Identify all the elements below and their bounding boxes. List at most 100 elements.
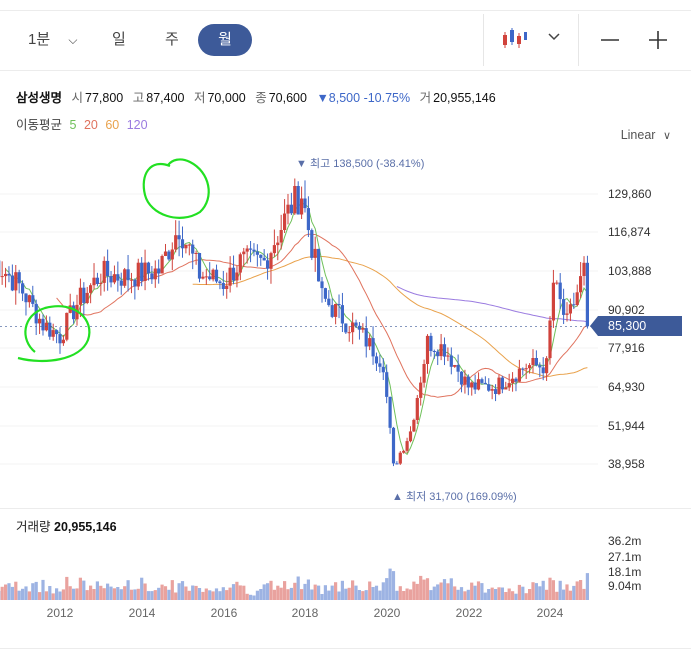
ma60-line	[192, 255, 588, 378]
candle-body	[361, 328, 365, 330]
volume-bar	[61, 589, 65, 600]
volume-bar	[296, 576, 300, 600]
volume-bar	[504, 592, 508, 600]
volume-bar	[24, 586, 28, 600]
candle-body	[116, 274, 120, 281]
volume-bar	[146, 591, 151, 600]
volume-bar	[78, 577, 82, 600]
volume-bar	[538, 586, 542, 600]
volume-bar	[470, 582, 474, 600]
candle-body	[446, 355, 450, 357]
volume-bar	[51, 593, 55, 600]
volume-bar	[398, 586, 402, 600]
volume-bar	[140, 577, 144, 600]
candle-body	[177, 235, 181, 240]
x-tick: 2014	[128, 606, 156, 620]
candle-body	[582, 262, 586, 276]
volume-bar	[368, 581, 372, 600]
volume-bar	[585, 573, 589, 600]
candle-body	[303, 198, 307, 209]
volume-bar	[545, 589, 549, 600]
volume-bar	[44, 591, 48, 600]
volume-bar	[17, 590, 21, 600]
candle-body	[565, 313, 569, 315]
candle-body	[78, 287, 82, 305]
volume-bar	[521, 586, 525, 600]
candle-body	[476, 379, 481, 390]
volume-bar	[150, 591, 154, 600]
candle-body	[184, 244, 188, 249]
candle-body	[541, 367, 545, 374]
volume-bar	[323, 585, 327, 600]
volume-bar	[272, 589, 276, 600]
volume-bar	[187, 590, 191, 600]
candle-body	[85, 292, 89, 303]
candle-body	[296, 186, 300, 215]
candle-body	[109, 276, 113, 283]
volume-bar	[10, 586, 14, 600]
candle-body	[494, 389, 498, 394]
candle-body	[347, 332, 351, 334]
candle-body	[17, 272, 21, 284]
price-chart[interactable]	[0, 0, 691, 656]
volume-bar	[551, 580, 555, 600]
candle-body	[225, 285, 229, 289]
volume-bar	[92, 589, 96, 600]
candle-body	[391, 427, 396, 464]
candle-body	[58, 334, 62, 344]
bottom-border	[0, 648, 691, 649]
volume-bar	[170, 580, 174, 600]
volume-bar	[238, 585, 242, 600]
volume-bar	[228, 587, 232, 600]
volume-bar	[534, 583, 538, 600]
candle-body	[136, 262, 140, 287]
volume-bar	[402, 591, 406, 600]
volume-bar	[391, 571, 396, 600]
volume-bar	[531, 582, 535, 600]
candle-body	[364, 328, 368, 347]
candle-body	[221, 283, 225, 289]
volume-bar	[109, 586, 113, 600]
candle-body	[235, 272, 239, 281]
volume-bar	[371, 587, 375, 600]
volume-bar	[201, 591, 205, 600]
candle-body	[289, 204, 293, 214]
candle-body	[568, 304, 572, 314]
candle-body	[4, 273, 8, 277]
volume-bar	[528, 589, 532, 600]
volume-bar	[432, 586, 436, 600]
x-tick: 2022	[455, 606, 483, 620]
candle-body	[470, 382, 474, 388]
candle-body	[340, 305, 344, 324]
volume-bar	[507, 588, 511, 600]
volume-bar	[252, 595, 256, 600]
candle-body	[180, 239, 185, 249]
volume-bar	[0, 586, 4, 600]
volume-bar	[133, 589, 137, 600]
candle-body	[436, 351, 440, 357]
candle-body	[238, 254, 242, 273]
volume-bar	[259, 589, 263, 600]
candle-body	[473, 382, 477, 390]
candle-body	[146, 262, 151, 274]
candle-body	[123, 269, 127, 286]
volume-bar	[408, 589, 413, 600]
candle-body	[300, 198, 304, 215]
volume-bar	[4, 584, 8, 600]
candle-body	[534, 358, 538, 366]
candle-body	[191, 244, 195, 254]
volume-bar	[579, 580, 583, 600]
candle-body	[72, 305, 76, 320]
volume-bar	[266, 583, 270, 600]
candle-body	[354, 322, 358, 326]
candle-body	[531, 358, 535, 365]
candle-body	[402, 450, 406, 453]
volume-bar	[517, 584, 521, 600]
volume-tick: 27.1m	[608, 550, 642, 564]
candle-body	[368, 338, 372, 347]
candle-body	[385, 372, 389, 397]
volume-bar	[320, 594, 324, 600]
volume-bar	[208, 590, 212, 600]
volume-bar	[480, 583, 484, 600]
candle-body	[483, 382, 487, 385]
